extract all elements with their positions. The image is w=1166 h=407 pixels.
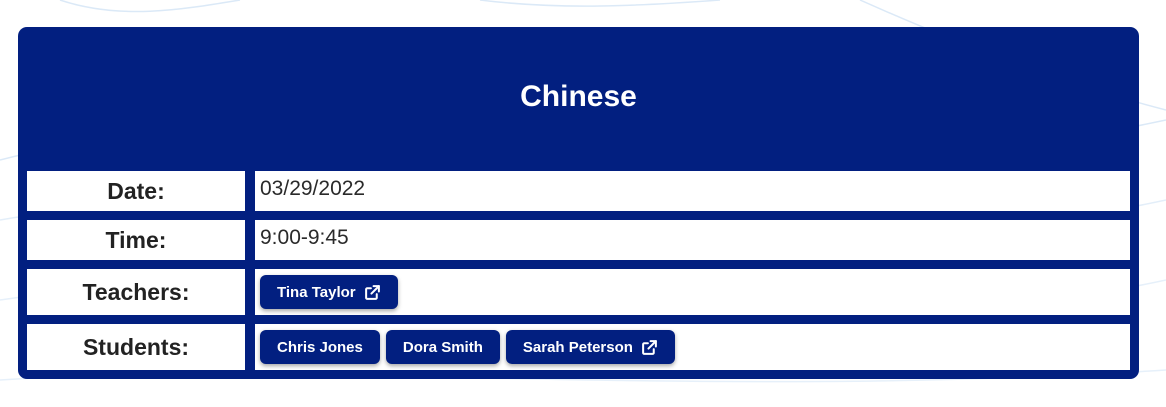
students-value-cell: Chris Jones Dora Smith Sarah Peterson [255, 324, 1130, 370]
date-value-cell: 03/29/2022 [255, 171, 1130, 211]
teacher-chips: Tina Taylor [260, 275, 398, 309]
date-label: Date: [27, 171, 245, 211]
external-link-icon [364, 284, 381, 301]
row-students: Students: Chris Jones Dora Smith Sarah P… [27, 324, 1130, 370]
row-date: Date: 03/29/2022 [27, 171, 1130, 211]
lesson-title: Chinese [520, 80, 637, 113]
time-value-cell: 9:00-9:45 [255, 220, 1130, 260]
teachers-label: Teachers: [27, 269, 245, 315]
students-label: Students: [27, 324, 245, 370]
teachers-value-cell: Tina Taylor [255, 269, 1130, 315]
student-chip-sarah-peterson[interactable]: Sarah Peterson [505, 330, 675, 364]
external-link-icon [641, 339, 658, 356]
lesson-card: Chinese Date: 03/29/2022 Time: 9:00-9:45… [18, 27, 1139, 379]
student-chip-chris-jones[interactable]: Chris Jones [260, 330, 380, 364]
teacher-chip-tina-taylor[interactable]: Tina Taylor [260, 275, 398, 309]
teacher-chip-label: Tina Taylor [277, 283, 356, 301]
date-value: 03/29/2022 [260, 177, 366, 200]
time-value: 9:00-9:45 [260, 226, 349, 249]
row-time: Time: 9:00-9:45 [27, 220, 1130, 260]
student-chip-label: Dora Smith [402, 338, 483, 356]
row-teachers: Teachers: Tina Taylor [27, 269, 1130, 315]
time-label: Time: [27, 220, 245, 260]
student-chip-dora-smith[interactable]: Dora Smith [385, 330, 500, 364]
student-chip-label: Chris Jones [277, 338, 363, 356]
student-chips: Chris Jones Dora Smith Sarah Peterson [260, 330, 675, 364]
student-chip-label: Sarah Peterson [522, 338, 633, 356]
